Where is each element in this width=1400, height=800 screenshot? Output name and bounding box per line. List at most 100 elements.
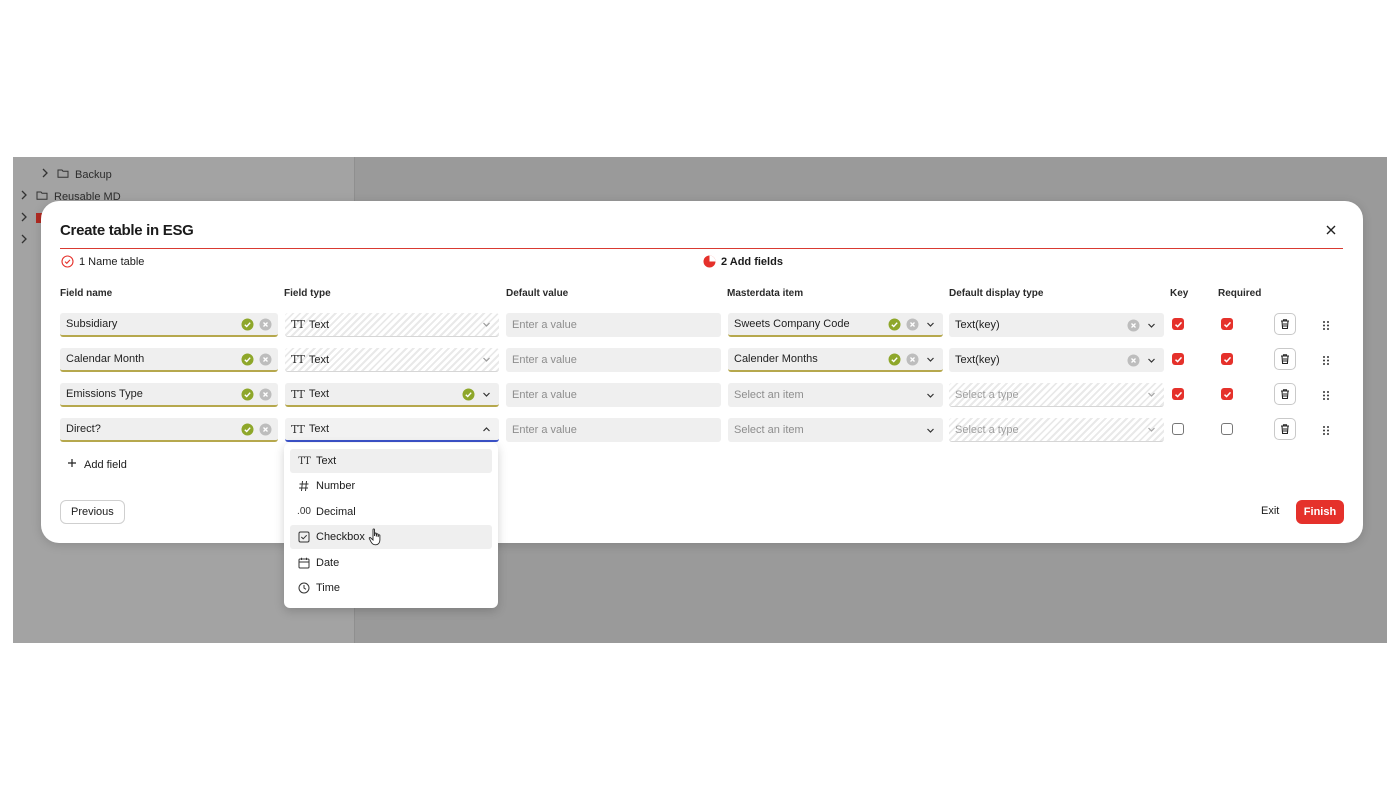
- chevron-down-icon: [924, 424, 937, 437]
- clear-icon[interactable]: [259, 353, 272, 366]
- default-value-input[interactable]: Enter a value: [506, 313, 721, 337]
- clear-icon[interactable]: [906, 353, 919, 366]
- clear-icon[interactable]: [259, 388, 272, 401]
- clear-icon[interactable]: [259, 423, 272, 436]
- display-type-select[interactable]: Text(key): [949, 348, 1164, 372]
- trash-icon: [1281, 354, 1289, 365]
- key-checkbox[interactable]: [1172, 353, 1184, 365]
- required-checkbox[interactable]: [1221, 353, 1233, 365]
- chevron-up-icon: [480, 423, 493, 436]
- drag-handle-icon: [1323, 390, 1329, 400]
- column-header-key: Key: [1170, 288, 1189, 299]
- key-checkbox[interactable]: [1172, 423, 1184, 435]
- key-checkbox[interactable]: [1172, 388, 1184, 400]
- plus-icon: [67, 458, 77, 471]
- default-value-input[interactable]: Enter a value: [506, 348, 721, 372]
- dropdown-option-time[interactable]: Time: [290, 576, 492, 600]
- chevron-down-icon: [1145, 354, 1158, 367]
- field-type-select[interactable]: TT Text: [285, 348, 499, 372]
- previous-button[interactable]: Previous: [60, 500, 125, 524]
- add-field-button[interactable]: Add field: [67, 458, 127, 471]
- masterdata-placeholder: Select an item: [734, 424, 804, 436]
- option-label: Date: [316, 556, 340, 569]
- field-name-value: Direct?: [66, 423, 101, 435]
- display-type-select: Select a type: [949, 418, 1164, 442]
- default-value-input[interactable]: Enter a value: [506, 383, 721, 407]
- column-header-masterdata-item: Masterdata item: [727, 288, 804, 299]
- check-circle-icon: [61, 255, 74, 268]
- chevron-down-icon: [1145, 423, 1158, 436]
- drag-handle[interactable]: [1321, 389, 1331, 401]
- tree-item-label: Backup: [75, 168, 112, 181]
- text-type-icon: TT: [291, 422, 305, 436]
- chevron-down-icon: [1145, 388, 1158, 401]
- masterdata-item-select[interactable]: Select an item: [728, 418, 943, 442]
- delete-row-button[interactable]: [1274, 313, 1296, 335]
- option-label: Number: [316, 480, 356, 493]
- delete-row-button[interactable]: [1274, 418, 1296, 440]
- masterdata-item-select[interactable]: Calender Months: [728, 348, 943, 372]
- checkmark-icon: [1174, 321, 1182, 328]
- dropdown-option-number[interactable]: Number: [290, 474, 492, 498]
- dropdown-option-decimal[interactable]: .00 Decimal: [290, 500, 492, 524]
- field-name-input[interactable]: Calendar Month: [60, 348, 278, 372]
- masterdata-item-select[interactable]: Sweets Company Code: [728, 313, 943, 337]
- exit-button[interactable]: Exit: [1261, 505, 1279, 517]
- valid-check-icon: [462, 388, 475, 401]
- required-checkbox[interactable]: [1221, 318, 1233, 330]
- field-type-dropdown-menu: TT Text Number .00 Decimal Checkbox Date…: [284, 443, 498, 608]
- hand-pointer-cursor-icon: [368, 528, 381, 546]
- chevron-down-icon: [480, 353, 493, 366]
- clear-icon[interactable]: [1127, 319, 1140, 332]
- step-name-table[interactable]: 1 Name table: [61, 255, 144, 268]
- finish-button[interactable]: Finish: [1296, 500, 1344, 524]
- dropdown-option-checkbox[interactable]: Checkbox: [290, 525, 492, 550]
- field-type-select-open[interactable]: TT Text: [285, 418, 499, 442]
- close-icon: [1326, 222, 1336, 240]
- field-type-select[interactable]: TT Text: [285, 383, 499, 407]
- drag-handle[interactable]: [1321, 354, 1331, 366]
- masterdata-placeholder: Select an item: [734, 389, 804, 401]
- field-name-input[interactable]: Emissions Type: [60, 383, 278, 407]
- clear-icon[interactable]: [259, 318, 272, 331]
- masterdata-item-select[interactable]: Select an item: [728, 383, 943, 407]
- checkbox-icon: [298, 531, 310, 543]
- delete-row-button[interactable]: [1274, 348, 1296, 370]
- option-label: Decimal: [316, 505, 356, 518]
- dropdown-option-date[interactable]: Date: [290, 551, 492, 575]
- folder-icon: [57, 167, 69, 182]
- dropdown-option-text[interactable]: TT Text: [290, 449, 492, 473]
- required-checkbox[interactable]: [1221, 388, 1233, 400]
- field-type-select[interactable]: TT Text: [285, 313, 499, 337]
- clear-icon[interactable]: [1127, 354, 1140, 367]
- tree-item-backup[interactable]: Backup: [39, 167, 112, 182]
- required-checkbox[interactable]: [1221, 423, 1233, 435]
- option-label: Time: [316, 581, 341, 594]
- trash-icon: [1281, 319, 1289, 330]
- valid-check-icon: [888, 318, 901, 331]
- chevron-down-icon: [924, 353, 937, 366]
- tree-item-collapsed[interactable]: [18, 233, 30, 248]
- column-header-field-type: Field type: [284, 288, 331, 299]
- clear-icon[interactable]: [906, 318, 919, 331]
- drag-handle-icon: [1323, 425, 1329, 435]
- step-add-fields[interactable]: 2 Add fields: [703, 255, 783, 268]
- display-type-select[interactable]: Text(key): [949, 313, 1164, 337]
- field-name-input[interactable]: Subsidiary: [60, 313, 278, 337]
- drag-handle[interactable]: [1321, 319, 1331, 331]
- delete-row-button[interactable]: [1274, 383, 1296, 405]
- field-name-value: Emissions Type: [66, 388, 143, 400]
- close-button[interactable]: [1323, 223, 1339, 239]
- step-label: 2 Add fields: [721, 255, 783, 268]
- text-type-icon: TT: [291, 353, 305, 366]
- valid-check-icon: [241, 423, 254, 436]
- key-checkbox[interactable]: [1172, 318, 1184, 330]
- tree-item-collapsed[interactable]: [18, 211, 30, 226]
- valid-check-icon: [241, 388, 254, 401]
- field-name-input[interactable]: Direct?: [60, 418, 278, 442]
- drag-handle[interactable]: [1321, 424, 1331, 436]
- column-header-required: Required: [1218, 288, 1262, 299]
- default-value-input[interactable]: Enter a value: [506, 418, 721, 442]
- chevron-down-icon: [480, 388, 493, 401]
- checkmark-icon: [1174, 391, 1182, 398]
